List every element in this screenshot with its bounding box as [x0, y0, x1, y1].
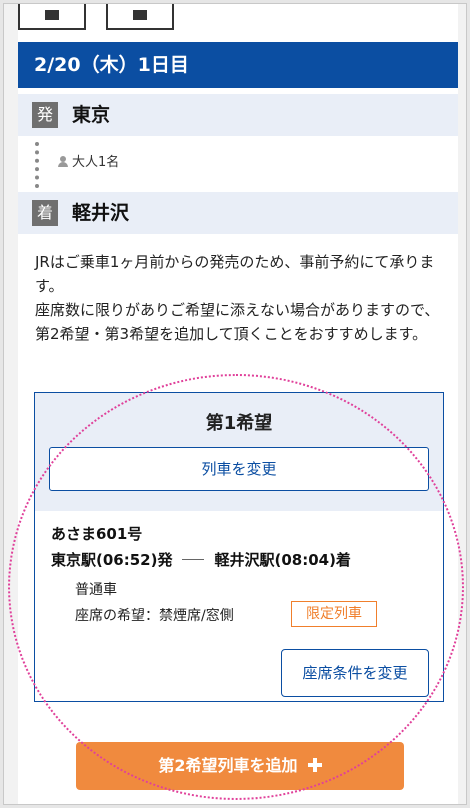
reservation-notice: JRはご乗車1ヶ月前からの発売のため、事前予約にて承ります。 座席数に限りがあり… [35, 250, 447, 346]
day-header: 2/20（木）1日目 [18, 42, 458, 88]
top-nav-button-2[interactable] [106, 4, 174, 30]
car-class: 普通車 [75, 582, 117, 598]
departure-row: 発 東京 [18, 94, 458, 136]
top-nav-button-1[interactable] [18, 4, 86, 30]
arrival-badge: 着 [32, 200, 58, 226]
seat-preference: 座席の希望：禁煙席/窓側 [75, 608, 234, 624]
route-connector [35, 142, 39, 188]
route-from: 東京駅(06:52)発 [51, 551, 173, 569]
arrival-row: 着 軽井沢 [18, 192, 458, 234]
person-icon [58, 156, 68, 167]
change-train-button[interactable]: 列車を変更 [49, 447, 429, 491]
route-to: 軽井沢駅(08:04)着 [214, 551, 351, 569]
arrival-station: 軽井沢 [72, 202, 130, 224]
change-seat-button[interactable]: 座席条件を変更 [281, 649, 429, 697]
train-name: あさま601号 [51, 525, 143, 543]
add-second-choice-button[interactable]: 第2希望列車を追加 [76, 742, 404, 790]
choice-card-header: 第1希望 列車を変更 [35, 393, 443, 511]
passenger-count: 大人1名 [58, 154, 119, 172]
plus-icon [307, 758, 322, 772]
first-choice-card: 第1希望 列車を変更 あさま601号 東京駅(06:52)発 軽井沢駅(08:04… [34, 392, 444, 702]
notice-line-1: JRはご乗車1ヶ月前からの発売のため、事前予約にて承ります。 [35, 253, 435, 295]
departure-badge: 発 [32, 102, 58, 128]
departure-station: 東京 [72, 104, 111, 126]
route-dash [182, 559, 205, 560]
add-train-label: 第2希望列車を追加 [158, 756, 298, 775]
passenger-label: 大人1名 [72, 155, 120, 170]
screenshot-frame: 2/20（木）1日目 発 東京 大人1名 着 軽井沢 JRはご乗車1ヶ月前からの… [3, 3, 467, 805]
notice-line-2: 座席数に限りがありご希望に添えない場合がありますので、第2希望・第3希望を追加し… [35, 301, 440, 343]
train-route: 東京駅(06:52)発 軽井沢駅(08:04)着 [51, 549, 351, 570]
limited-train-badge: 限定列車 [291, 601, 377, 627]
choice-title: 第1希望 [205, 413, 273, 434]
